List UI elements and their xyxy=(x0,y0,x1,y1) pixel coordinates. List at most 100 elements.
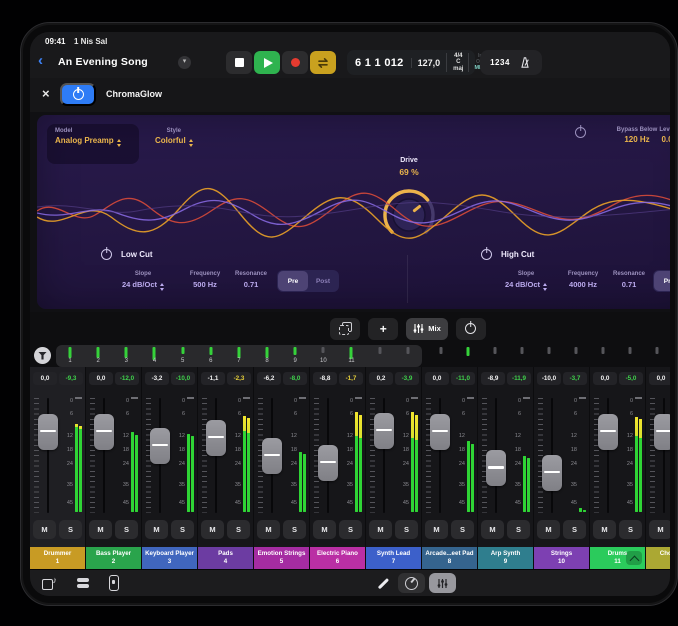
model-value[interactable]: Analog Preamp xyxy=(55,136,139,147)
count-in-button[interactable]: 1234 xyxy=(490,58,510,67)
cycle-button[interactable] xyxy=(310,51,336,74)
overview-track[interactable]: 5 xyxy=(169,345,197,367)
volume-value[interactable]: -3,2 xyxy=(145,372,169,385)
peak-value[interactable]: -11,0 xyxy=(451,372,475,385)
filter-tracks-icon[interactable] xyxy=(34,347,51,364)
peak-value[interactable]: -9,3 xyxy=(59,372,83,385)
title-dropdown-icon[interactable]: ▾ xyxy=(178,56,191,69)
overview-track[interactable] xyxy=(428,345,455,367)
volume-value[interactable]: -1,1 xyxy=(201,372,225,385)
mute-button[interactable]: M xyxy=(313,520,336,539)
volume-value[interactable]: 0,0 xyxy=(425,372,449,385)
channel-strip[interactable]: -8,8 -1,7 061218243545 M S Electric Pian… xyxy=(310,367,365,569)
fader-handle[interactable] xyxy=(94,414,114,450)
channel-strip[interactable]: 0,0 061218243545 M S Chorus V 12 xyxy=(646,367,670,569)
solo-button[interactable]: S xyxy=(59,520,82,539)
track-label[interactable]: Arp Synth 9 xyxy=(478,547,533,569)
visible-tracks-region[interactable]: 1 2 3 4 5 6 7 8 9 10 11 xyxy=(56,345,422,367)
track-label[interactable]: Keyboard Player 3 xyxy=(142,547,197,569)
solo-button[interactable]: S xyxy=(227,520,250,539)
peak-value[interactable]: -2,3 xyxy=(227,372,251,385)
pencil-icon[interactable] xyxy=(378,578,389,589)
overview-track[interactable] xyxy=(482,345,509,367)
peak-value[interactable]: -5,0 xyxy=(619,372,643,385)
low-cut-frequency[interactable]: Frequency 500 Hz xyxy=(190,271,220,289)
fader-view-icon[interactable] xyxy=(109,575,119,591)
volume-value[interactable]: -10,0 xyxy=(537,372,561,385)
play-button[interactable] xyxy=(254,51,280,74)
mix-view-button[interactable]: Mix xyxy=(406,318,448,340)
track-label[interactable]: Emotion Strings 5 xyxy=(254,547,309,569)
volume-value[interactable]: 0,0 xyxy=(33,372,57,385)
style-selector[interactable]: Style Colorful xyxy=(155,128,193,147)
mute-button[interactable]: M xyxy=(33,520,56,539)
knob-view-button[interactable] xyxy=(398,573,425,593)
overview-track[interactable] xyxy=(536,345,563,367)
overview-track[interactable]: 1 xyxy=(56,345,84,367)
mixer-view-button[interactable] xyxy=(429,573,456,593)
tracks-view-icon[interactable] xyxy=(77,578,89,588)
overview-track[interactable] xyxy=(589,345,616,367)
solo-button[interactable]: S xyxy=(451,520,474,539)
channel-strip[interactable]: -8,9 -11,9 061218243545 M S Arp Synth 9 xyxy=(478,367,533,569)
plugin-power-button[interactable] xyxy=(60,83,96,106)
channel-strip[interactable]: -10,0 -3,7 061218243545 M S Strings 10 xyxy=(534,367,589,569)
stop-button[interactable] xyxy=(226,51,252,74)
channel-strip[interactable]: 0,2 -3,9 061218243545 M S Synth Lead 7 xyxy=(366,367,421,569)
copy-settings-button[interactable] xyxy=(330,318,360,340)
fader-handle[interactable] xyxy=(542,455,562,491)
fader-handle[interactable] xyxy=(262,438,282,474)
pre-button[interactable]: Pre xyxy=(654,271,670,291)
model-selector[interactable]: Model Analog Preamp xyxy=(47,124,139,164)
back-chevron-icon[interactable]: ‹ xyxy=(38,52,43,69)
overview-track[interactable]: 3 xyxy=(112,345,140,367)
track-label[interactable]: Bass Player 2 xyxy=(86,547,141,569)
track-label[interactable]: Chorus V 12 xyxy=(646,547,670,569)
volume-value[interactable]: -8,8 xyxy=(313,372,337,385)
peak-value[interactable]: -8,0 xyxy=(283,372,307,385)
overview-track[interactable]: 4 xyxy=(140,345,168,367)
overview-track[interactable]: 11 xyxy=(337,345,365,367)
track-label[interactable]: Arcade...eet Pad 8 xyxy=(422,547,477,569)
fader-handle[interactable] xyxy=(486,450,506,486)
mute-button[interactable]: M xyxy=(257,520,280,539)
fader-handle[interactable] xyxy=(598,414,618,450)
overview-track[interactable]: 6 xyxy=(197,345,225,367)
mixer-power-button[interactable] xyxy=(456,318,486,340)
channel-strip[interactable]: -6,2 -8,0 061218243545 M S Emotion Strin… xyxy=(254,367,309,569)
overview-track[interactable]: 8 xyxy=(253,345,281,367)
mute-button[interactable]: M xyxy=(481,520,504,539)
low-cut-resonance[interactable]: Resonance 0.71 xyxy=(235,271,267,289)
low-cut-slope[interactable]: Slope 24 dB/Oct xyxy=(122,271,164,291)
overview-track[interactable]: 7 xyxy=(225,345,253,367)
mute-button[interactable]: M xyxy=(649,520,670,539)
close-icon[interactable]: × xyxy=(42,86,50,101)
overview-track[interactable] xyxy=(455,345,482,367)
peak-value[interactable]: -1,7 xyxy=(339,372,363,385)
track-label[interactable]: Drums 11 xyxy=(590,547,645,569)
time-signature[interactable]: 4/4 C maj xyxy=(446,53,463,73)
channel-strip[interactable]: 0,0 -5,0 061218243545 M S Drums 11 xyxy=(590,367,645,569)
mute-button[interactable]: M xyxy=(593,520,616,539)
channel-strip[interactable]: 0,0 -9,3 061218243545 M S Drummer 1 xyxy=(30,367,85,569)
overview-track[interactable]: 10 xyxy=(309,345,337,367)
mute-button[interactable]: M xyxy=(201,520,224,539)
overview-track[interactable] xyxy=(509,345,536,367)
track-label[interactable]: Drummer 1 xyxy=(30,547,85,569)
volume-value[interactable]: -8,9 xyxy=(481,372,505,385)
volume-value[interactable]: 0,0 xyxy=(649,372,670,385)
overview-track[interactable] xyxy=(394,345,422,367)
overview-track[interactable] xyxy=(366,345,394,367)
high-cut-slope[interactable]: Slope 24 dB/Oct xyxy=(505,271,547,291)
mute-button[interactable]: M xyxy=(145,520,168,539)
solo-button[interactable]: S xyxy=(283,520,306,539)
add-track-button[interactable]: + xyxy=(368,318,398,340)
volume-value[interactable]: 0,0 xyxy=(89,372,113,385)
peak-value[interactable]: -11,9 xyxy=(507,372,531,385)
track-label[interactable]: Electric Piano 6 xyxy=(310,547,365,569)
mute-button[interactable]: M xyxy=(89,520,112,539)
fader-handle[interactable] xyxy=(150,428,170,464)
solo-button[interactable]: S xyxy=(395,520,418,539)
solo-button[interactable]: S xyxy=(507,520,530,539)
record-button[interactable] xyxy=(282,51,308,74)
